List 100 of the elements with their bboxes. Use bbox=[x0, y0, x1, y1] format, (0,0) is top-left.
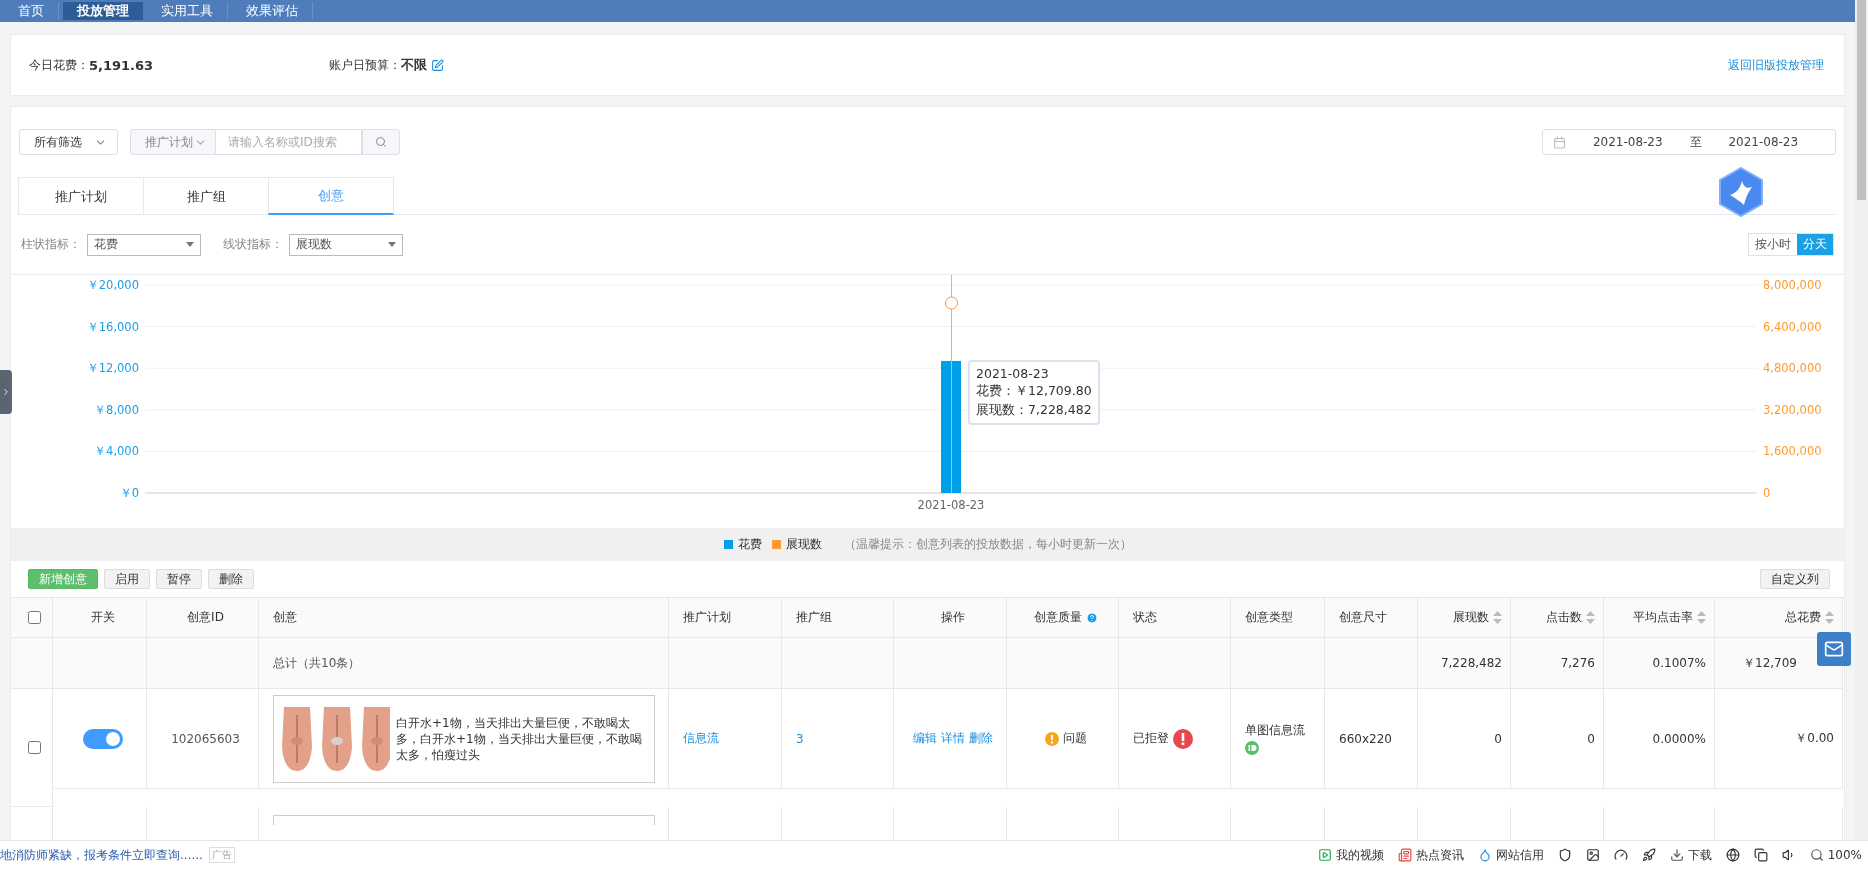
axis-label: 1,600,000 bbox=[1763, 444, 1822, 459]
status-item[interactable]: 我的视频 bbox=[1317, 846, 1384, 864]
ad-text[interactable]: 地消防师紧缺，报考条件立即查询...... bbox=[0, 846, 203, 864]
line-metric-select[interactable]: 展现数 bbox=[289, 233, 403, 256]
update-note: （温馨提示：创意列表的投放数据，每小时更新一次） bbox=[843, 536, 1132, 553]
play-icon bbox=[1317, 848, 1332, 862]
legend-item[interactable]: 花费 bbox=[723, 536, 762, 553]
bar-metric-label: 柱状指标： bbox=[21, 236, 81, 253]
scope-dropdown[interactable]: 推广计划 bbox=[130, 129, 216, 155]
spend-value: 5,191.63 bbox=[89, 57, 154, 73]
chevron-right-icon bbox=[1, 387, 11, 397]
axis-label: ￥16,000 bbox=[86, 319, 139, 334]
column-header[interactable]: 展现数 bbox=[1418, 598, 1511, 638]
help-icon[interactable] bbox=[1085, 611, 1098, 624]
table-cell: 660x220 bbox=[1325, 689, 1418, 789]
toggle-switch[interactable] bbox=[82, 728, 123, 749]
id-badge-icon bbox=[1245, 741, 1259, 755]
bird-logo-icon[interactable] bbox=[1718, 167, 1764, 217]
status-item[interactable]: 热点资讯 bbox=[1397, 846, 1464, 864]
nav-item[interactable]: 实用工具 bbox=[147, 2, 228, 20]
axis-label: 6,400,000 bbox=[1763, 319, 1822, 334]
status-item[interactable]: 下载 bbox=[1669, 846, 1712, 864]
old-version-link[interactable]: 返回旧版投放管理 bbox=[1728, 56, 1824, 74]
axis-label: ￥0 bbox=[119, 486, 139, 500]
rocket-icon[interactable] bbox=[1641, 848, 1656, 862]
table-cell: 7,228,482 bbox=[1418, 638, 1511, 689]
gauge-icon[interactable] bbox=[1613, 848, 1628, 862]
download-icon bbox=[1669, 848, 1684, 862]
caret-icon[interactable] bbox=[388, 242, 396, 247]
tooltip-value: 展现数：7,228,482 bbox=[976, 402, 1092, 419]
nav-item[interactable]: 投放管理 bbox=[63, 2, 143, 20]
table-cell: 0.1007% bbox=[1604, 638, 1715, 689]
toolbar-button[interactable]: 启用 bbox=[104, 569, 150, 589]
plan-link[interactable]: 信息流 bbox=[683, 730, 719, 747]
edit-icon[interactable] bbox=[431, 58, 445, 72]
axis-label: ￥8,000 bbox=[94, 402, 139, 417]
row-checkbox[interactable] bbox=[28, 741, 41, 754]
filter-dropdown[interactable]: 所有筛选 bbox=[19, 129, 118, 155]
table-cell: 0.0000% bbox=[1604, 689, 1715, 789]
scrollbar[interactable] bbox=[1855, 0, 1868, 840]
bar-metric-select[interactable]: 花费 bbox=[87, 233, 201, 256]
column-header: 操作 bbox=[894, 598, 1007, 638]
nav-item[interactable]: 首页 bbox=[4, 2, 59, 20]
mail-icon bbox=[1824, 639, 1844, 659]
axis-label: 3,200,000 bbox=[1763, 402, 1822, 417]
budget-label: 账户日预算： bbox=[329, 56, 402, 74]
ad-tag: 广告 bbox=[208, 847, 235, 863]
window-icon[interactable] bbox=[1753, 848, 1768, 862]
axis-label: 2021-08-23 bbox=[917, 498, 985, 510]
search-button[interactable] bbox=[362, 129, 400, 155]
column-header[interactable]: 平均点击率 bbox=[1604, 598, 1715, 638]
toolbar-button[interactable]: 暂停 bbox=[156, 569, 202, 589]
mail-button[interactable] bbox=[1817, 632, 1851, 666]
action-link[interactable]: 编辑 bbox=[913, 730, 937, 747]
status-text: 已拒登 bbox=[1133, 730, 1169, 747]
column-header[interactable]: 点击数 bbox=[1511, 598, 1604, 638]
status-item[interactable]: 网站信用 bbox=[1477, 846, 1544, 864]
axis-label: ￥4,000 bbox=[94, 444, 139, 459]
action-link[interactable]: 删除 bbox=[969, 730, 993, 747]
error-icon bbox=[1173, 728, 1193, 749]
search-icon bbox=[1809, 848, 1824, 862]
column-header: 开关 bbox=[53, 598, 147, 638]
customize-columns-button[interactable]: 自定义列 bbox=[1760, 569, 1830, 589]
action-link[interactable]: 详情 bbox=[941, 730, 965, 747]
side-panel-toggle[interactable] bbox=[0, 370, 12, 414]
tooltip-date: 2021-08-23 bbox=[976, 366, 1050, 381]
shield-icon[interactable] bbox=[1557, 848, 1572, 862]
column-header: 创意ID bbox=[147, 598, 259, 638]
nav-item[interactable]: 效果评估 bbox=[232, 2, 313, 20]
group-link[interactable]: 3 bbox=[796, 731, 804, 746]
table-cell: 0 bbox=[1418, 689, 1511, 789]
status-item[interactable]: 100% bbox=[1809, 848, 1862, 862]
image-icon[interactable] bbox=[1585, 848, 1600, 862]
column-header: 推广组 bbox=[782, 598, 894, 638]
table-cell: 0 bbox=[1511, 689, 1604, 789]
column-header: 创意 bbox=[259, 598, 669, 638]
select-all-checkbox[interactable] bbox=[28, 611, 41, 624]
browser-icon[interactable] bbox=[1725, 848, 1740, 862]
quality-text: 问题 bbox=[1062, 730, 1087, 747]
tab[interactable]: 推广计划 bbox=[18, 177, 144, 215]
column-header[interactable]: 总花费 bbox=[1715, 598, 1843, 638]
table-cell: 7,276 bbox=[1511, 638, 1604, 689]
axis-label: 4,800,000 bbox=[1763, 361, 1822, 376]
toolbar-button[interactable]: 删除 bbox=[208, 569, 254, 589]
caret-icon[interactable] bbox=[186, 242, 194, 247]
legend-item[interactable]: 展现数 bbox=[771, 536, 822, 553]
search-field[interactable]: 请输入名称或ID搜索 bbox=[216, 129, 362, 155]
creative-text: 白开水+1物，当天排出大量巨便，不敢喝太多，白开水+1物，当天排出大量巨便，不敢喝太多，怕瘦过头 bbox=[396, 714, 643, 763]
axis-label: ￥20,000 bbox=[86, 278, 139, 292]
date-range-field[interactable]: 2021-08-23 至 2021-08-23 bbox=[1542, 129, 1836, 155]
table-cell: ￥0.00 bbox=[1715, 689, 1843, 789]
axis-label: 8,000,000 bbox=[1763, 278, 1822, 292]
table-cell: 102065603 bbox=[147, 689, 259, 789]
table-cell: 总计（共10条） bbox=[259, 638, 669, 689]
search-icon bbox=[375, 136, 387, 148]
droplet-icon bbox=[1477, 848, 1492, 862]
line-metric-label: 线状指标： bbox=[223, 236, 283, 253]
budget-value: 不限 bbox=[401, 56, 428, 74]
column-header: 创意尺寸 bbox=[1325, 598, 1418, 638]
column-header: 创意质量 bbox=[1007, 598, 1119, 638]
